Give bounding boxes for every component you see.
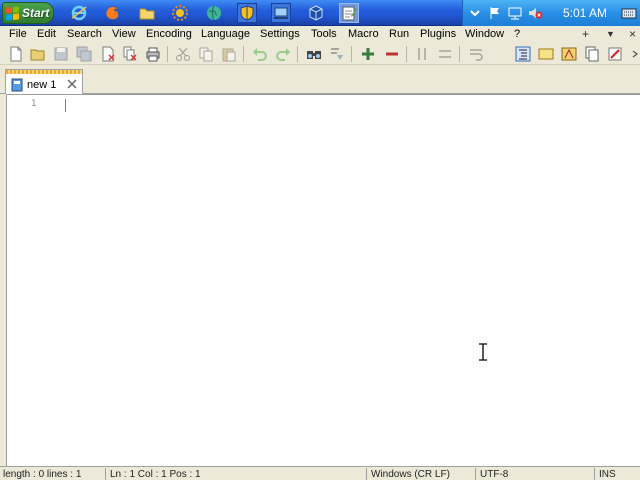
status-insert-mode[interactable]: INS	[596, 468, 640, 480]
firefox-icon[interactable]	[103, 3, 123, 23]
editor-area[interactable]: 1	[6, 94, 640, 466]
menu-tools[interactable]: Tools	[311, 28, 337, 40]
menu-search[interactable]: Search	[67, 28, 102, 40]
paste-icon[interactable]	[221, 46, 237, 62]
menu-settings[interactable]: Settings	[260, 28, 300, 40]
save-all-icon[interactable]	[76, 46, 92, 62]
status-eol-format[interactable]: Windows (CR LF)	[368, 468, 476, 480]
active-tab-indicator	[6, 70, 82, 74]
globe-icon[interactable]	[204, 3, 224, 23]
status-length-lines: length : 0 lines : 1	[0, 468, 106, 480]
menu-edit[interactable]: Edit	[37, 28, 56, 40]
new-file-icon[interactable]	[8, 46, 24, 62]
saved-document-icon	[11, 78, 23, 92]
toolbar-separator	[297, 46, 298, 62]
copy-icon[interactable]	[198, 46, 214, 62]
menu-bar: File Edit Search View Encoding Language …	[0, 26, 640, 43]
toolbar-separator	[167, 46, 168, 62]
menu-view[interactable]: View	[112, 28, 136, 40]
volume-muted-icon[interactable]	[527, 5, 543, 21]
toolbar-separator	[351, 46, 352, 62]
macro-record-icon[interactable]	[607, 46, 623, 62]
flag-icon[interactable]	[487, 5, 503, 21]
menu-run[interactable]: Run	[389, 28, 409, 40]
document-map-icon[interactable]	[538, 46, 554, 62]
close-icon[interactable]	[66, 78, 78, 90]
folder-icon[interactable]	[137, 3, 157, 23]
tab-bar: new 1	[0, 66, 640, 94]
sun-icon[interactable]	[170, 3, 190, 23]
sync-vertical-icon[interactable]	[414, 46, 430, 62]
status-cursor-position: Ln : 1 Col : 1 Pos : 1	[107, 468, 367, 480]
system-tray: 5:01 AM	[462, 0, 640, 26]
print-icon[interactable]	[145, 46, 161, 62]
find-icon[interactable]	[306, 46, 322, 62]
shield-icon[interactable]	[237, 3, 257, 23]
network-icon[interactable]	[507, 5, 523, 21]
line-number-gutter: 1	[7, 95, 63, 466]
keyboard-icon[interactable]	[621, 5, 637, 21]
taskbar: Start 5:01 AM	[0, 0, 640, 26]
clock[interactable]: 5:01 AM	[563, 6, 607, 20]
status-encoding[interactable]: UTF-8	[477, 468, 595, 480]
redo-icon[interactable]	[275, 46, 291, 62]
close-file-icon[interactable]	[100, 46, 116, 62]
status-bar: length : 0 lines : 1 Ln : 1 Col : 1 Pos …	[0, 466, 640, 480]
toolbar-separator	[406, 46, 407, 62]
toolbar-overflow-icon[interactable]	[630, 46, 640, 62]
toolbar-separator	[459, 46, 460, 62]
tab-list-dropdown[interactable]: ▼	[606, 29, 615, 39]
open-file-icon[interactable]	[30, 46, 46, 62]
menu-plugins[interactable]: Plugins	[420, 28, 456, 40]
menu-window[interactable]: Window	[465, 28, 504, 40]
new-tab-button[interactable]: +	[582, 27, 589, 41]
function-list-icon[interactable]	[561, 46, 577, 62]
cut-icon[interactable]	[175, 46, 191, 62]
text-caret	[65, 99, 66, 112]
sync-horizontal-icon[interactable]	[437, 46, 453, 62]
virtualbox-icon[interactable]	[306, 3, 326, 23]
menu-language[interactable]: Language	[201, 28, 250, 40]
menu-encoding[interactable]: Encoding	[146, 28, 192, 40]
close-all-icon[interactable]	[122, 46, 138, 62]
undo-icon[interactable]	[252, 46, 268, 62]
chevron-down-icon[interactable]	[467, 5, 483, 21]
word-wrap-icon[interactable]	[468, 46, 484, 62]
toolbar-separator	[243, 46, 244, 62]
zoom-in-icon[interactable]	[360, 46, 376, 62]
close-document-button[interactable]: ×	[629, 27, 636, 41]
screen: { "taskbar": { "start_label": "Start", "…	[0, 0, 640, 480]
zoom-out-icon[interactable]	[384, 46, 400, 62]
replace-icon[interactable]	[329, 46, 345, 62]
folder-as-workspace-icon[interactable]	[584, 46, 600, 62]
tab-label: new 1	[27, 79, 57, 91]
toolbar	[0, 43, 640, 65]
network-icon[interactable]	[271, 3, 291, 23]
save-icon[interactable]	[53, 46, 69, 62]
ibeam-cursor-icon	[479, 343, 487, 361]
menu-help[interactable]: ?	[514, 28, 520, 40]
start-label: Start	[22, 6, 50, 20]
ie-icon[interactable]	[69, 3, 89, 23]
menu-file[interactable]: File	[9, 28, 27, 40]
indent-guide-icon[interactable]	[515, 46, 531, 62]
menu-macro[interactable]: Macro	[348, 28, 379, 40]
windows-logo-icon	[6, 5, 19, 21]
line-number: 1	[31, 99, 37, 109]
notepad-icon[interactable]	[339, 3, 359, 23]
tab-new-1[interactable]: new 1	[5, 69, 83, 94]
start-button[interactable]: Start	[2, 2, 54, 24]
